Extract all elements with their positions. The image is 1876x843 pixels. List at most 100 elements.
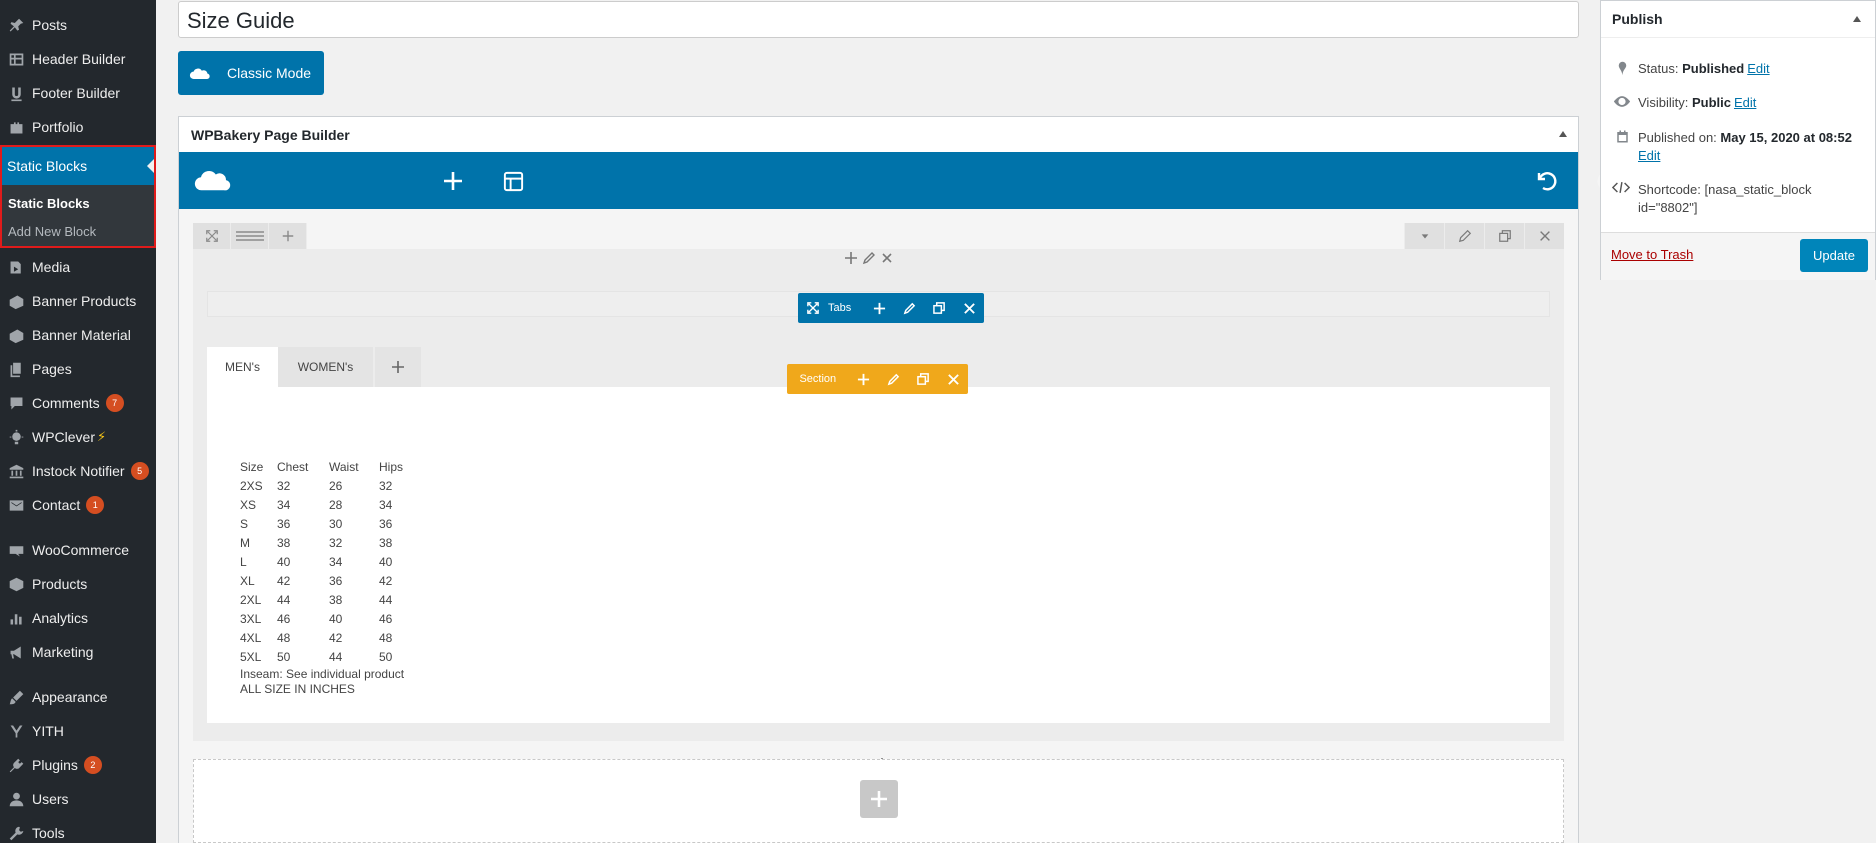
menu-item-footer-builder[interactable]: Footer Builder (0, 76, 156, 110)
row-delete-icon[interactable] (1524, 223, 1564, 249)
menu-item-users[interactable]: Users (0, 782, 156, 816)
published-date: May 15, 2020 at 08:52 (1720, 130, 1852, 145)
section-delete-icon[interactable] (938, 364, 968, 394)
menu-item-tools[interactable]: Tools (0, 816, 156, 843)
wpbakery-header[interactable]: WPBakery Page Builder (179, 117, 1578, 152)
publish-header[interactable]: Publish (1601, 1, 1875, 38)
yith-icon (7, 722, 25, 740)
section-element-controls: Section (787, 364, 968, 394)
status-edit-link[interactable]: Edit (1747, 61, 1769, 76)
post-title-input[interactable]: Size Guide (178, 1, 1579, 38)
tabs-add-icon[interactable] (864, 293, 894, 323)
publish-actions: Move to Trash Update (1601, 232, 1875, 280)
menu-item-woocommerce[interactable]: WooCommerce (0, 533, 156, 567)
pin-icon (1612, 61, 1632, 76)
menu-item-portfolio[interactable]: Portfolio (0, 110, 156, 144)
contact-count-badge: 1 (86, 496, 105, 514)
lightning-icon: ⚡ (97, 429, 107, 444)
cloud-icon (189, 68, 210, 79)
table-cell: S (240, 516, 249, 531)
menu-item-analytics[interactable]: Analytics (0, 601, 156, 635)
collapse-icon[interactable] (1853, 16, 1861, 22)
tabs-clone-icon[interactable] (924, 293, 954, 323)
table-row: M 38 32 38 (240, 533, 419, 552)
menu-label: Marketing (32, 644, 94, 660)
menu-item-wpclever[interactable]: WPClever ⚡ (0, 420, 156, 454)
move-to-trash-link[interactable]: Move to Trash (1611, 247, 1693, 262)
menu-item-pages[interactable]: Pages (0, 352, 156, 386)
wpbakery-title: WPBakery Page Builder (191, 126, 350, 143)
menu-item-media[interactable]: Media (0, 250, 156, 284)
eye-icon (1612, 95, 1632, 108)
menu-label: Header Builder (32, 51, 126, 67)
static-blocks-head[interactable]: Static Blocks (2, 147, 154, 189)
table-cell: 5XL (240, 649, 262, 664)
tabs-delete-icon[interactable] (954, 293, 984, 323)
table-cell: 44 (277, 592, 291, 607)
menu-item-static-blocks: Static Blocks Static Blocks Add New Bloc… (0, 145, 156, 248)
tabs-edit-icon[interactable] (894, 293, 924, 323)
table-cell: 38 (277, 535, 291, 550)
table-cell: 40 (329, 611, 343, 626)
menu-item-banner-products[interactable]: Banner Products (0, 284, 156, 318)
tabs-move-icon[interactable] (798, 293, 828, 323)
shortcode-text: Shortcode: [nasa_static_block id="8802"] (1638, 181, 1843, 217)
column-add-icon[interactable] (844, 251, 858, 265)
column-controls (844, 251, 894, 265)
menu-label: Tools (32, 825, 65, 841)
wpbakery-logo-icon[interactable] (191, 165, 235, 197)
menu-item-appearance[interactable]: Appearance (0, 680, 156, 714)
calendar-icon (1612, 129, 1632, 144)
comments-count-badge: 7 (105, 394, 124, 412)
table-cell: M (240, 535, 250, 550)
menu-item-banner-material[interactable]: Banner Material (0, 318, 156, 352)
row-edit-icon[interactable] (1444, 223, 1484, 249)
admin-sidebar: Posts Header Builder Footer Builder Port… (0, 0, 156, 843)
menu-item-plugins[interactable]: Plugins 2 (0, 748, 156, 782)
column-edit-icon[interactable] (862, 251, 876, 265)
submenu-static-blocks[interactable]: Static Blocks (2, 189, 154, 217)
column-delete-icon[interactable] (880, 251, 894, 265)
templates-icon[interactable] (497, 165, 529, 197)
table-header: Size (240, 459, 264, 474)
menu-item-comments[interactable]: Comments 7 (0, 386, 156, 420)
menu-item-marketing[interactable]: Marketing (0, 635, 156, 669)
submenu-add-new-block[interactable]: Add New Block (2, 217, 154, 245)
add-row-button[interactable] (860, 780, 898, 818)
collapse-icon[interactable] (1559, 131, 1567, 137)
menu-item-yith[interactable]: YITH (0, 714, 156, 748)
tab-womens[interactable]: WOMEN's (278, 347, 373, 387)
visibility-edit-link[interactable]: Edit (1734, 95, 1756, 110)
section-add-icon[interactable] (849, 364, 879, 394)
tab-mens[interactable]: MEN's (207, 347, 278, 387)
update-button[interactable]: Update (1800, 239, 1868, 272)
table-row: 3XL 46 40 46 (240, 609, 419, 628)
undo-icon[interactable] (1531, 165, 1563, 197)
row-add-column-icon[interactable] (269, 223, 307, 249)
section-clone-icon[interactable] (908, 364, 938, 394)
table-row: S 36 30 36 (240, 514, 419, 533)
add-element-icon[interactable] (437, 165, 469, 197)
footer-u-icon (7, 84, 25, 102)
menu-item-posts[interactable]: Posts (0, 8, 156, 42)
add-tab-button[interactable] (375, 347, 421, 387)
row-layout-icon[interactable] (231, 223, 269, 249)
row-drag-icon[interactable] (193, 223, 231, 249)
classic-mode-button[interactable]: Classic Mode (178, 51, 324, 95)
menu-item-products[interactable]: Products (0, 567, 156, 601)
plug-icon (7, 756, 25, 774)
row-toggle-icon[interactable] (1404, 223, 1444, 249)
menu-label: Analytics (32, 610, 89, 626)
banner-icon (7, 326, 25, 344)
menu-item-header-builder[interactable]: Header Builder (0, 42, 156, 76)
section-edit-icon[interactable] (878, 364, 908, 394)
table-header: Chest (277, 459, 309, 474)
published-on-text: Published on: May 15, 2020 at 08:52 Edit (1638, 129, 1852, 165)
menu-item-instock-notifier[interactable]: Instock Notifier 5 (0, 454, 156, 488)
table-cell: 44 (379, 592, 393, 607)
wpbakery-panel: WPBakery Page Builder Tabs MEN's WOMEN's… (178, 116, 1737, 843)
row-clone-icon[interactable] (1484, 223, 1524, 249)
published-edit-link[interactable]: Edit (1638, 148, 1660, 163)
menu-item-contact[interactable]: Contact 1 (0, 488, 156, 522)
media-icon (7, 258, 25, 276)
